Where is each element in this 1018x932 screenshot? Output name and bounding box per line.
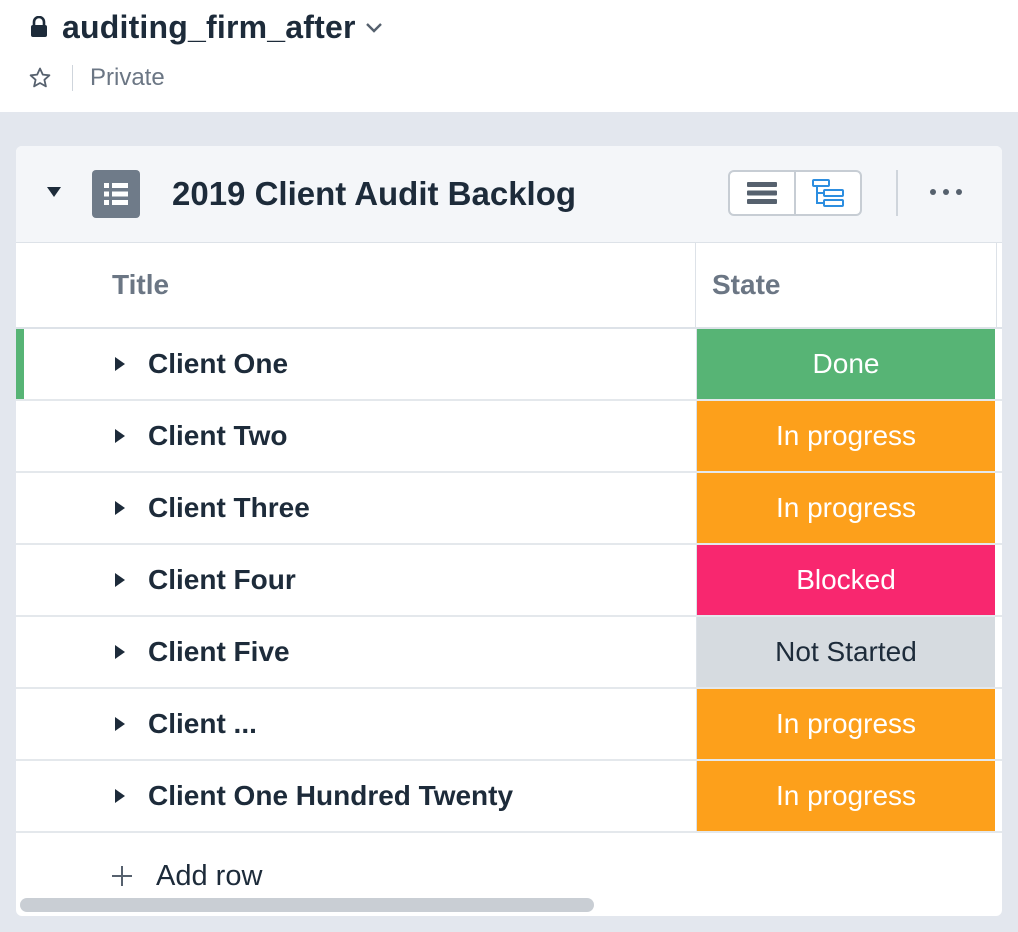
- state-badge[interactable]: In progress: [696, 473, 995, 543]
- lock-icon: [31, 16, 47, 37]
- row-title[interactable]: Client Three: [148, 473, 310, 543]
- document-title[interactable]: auditing_firm_after: [62, 9, 356, 46]
- plus-icon: [112, 866, 132, 886]
- row-title[interactable]: Client Five: [148, 617, 290, 687]
- triangle-right-icon[interactable]: [114, 356, 126, 372]
- table-header-row: Title State: [16, 243, 1002, 329]
- table-row[interactable]: Client Three In progress: [16, 473, 1002, 545]
- triangle-right-icon[interactable]: [114, 428, 126, 444]
- column-header-state-label: State: [712, 269, 781, 300]
- list-view-icon: [747, 182, 777, 204]
- state-badge[interactable]: In progress: [696, 689, 995, 759]
- visibility-label: Private: [90, 64, 165, 91]
- view-switcher: [728, 170, 862, 216]
- triangle-right-icon[interactable]: [114, 572, 126, 588]
- table-row[interactable]: Client Five Not Started: [16, 617, 1002, 689]
- state-badge[interactable]: Not Started: [696, 617, 995, 687]
- table-row[interactable]: Client One Done: [16, 329, 1002, 401]
- hierarchy-view-icon: [812, 179, 844, 207]
- star-icon[interactable]: [28, 66, 52, 90]
- row-title[interactable]: Client One: [148, 329, 288, 399]
- horizontal-scrollbar[interactable]: [20, 898, 594, 912]
- table-row[interactable]: Client One Hundred Twenty In progress: [16, 761, 1002, 833]
- table-row[interactable]: Client Two In progress: [16, 401, 1002, 473]
- column-header-state[interactable]: State: [695, 243, 997, 327]
- triangle-right-icon[interactable]: [114, 644, 126, 660]
- document-meta: Private: [28, 62, 165, 94]
- table-icon: [92, 170, 140, 218]
- table-card: 2019 Client Audit Backlog Title State Cl…: [16, 146, 1002, 916]
- table-row[interactable]: Client Four Blocked: [16, 545, 1002, 617]
- more-horizontal-icon[interactable]: [930, 182, 962, 202]
- list-view-button[interactable]: [730, 172, 794, 214]
- header-divider: [896, 170, 898, 216]
- triangle-right-icon[interactable]: [114, 788, 126, 804]
- chevron-down-icon[interactable]: [364, 20, 384, 34]
- triangle-right-icon[interactable]: [114, 500, 126, 516]
- row-title[interactable]: Client Two: [148, 401, 287, 471]
- state-badge[interactable]: In progress: [696, 401, 995, 471]
- card-header: 2019 Client Audit Backlog: [16, 146, 1002, 243]
- document-header: auditing_firm_after Private: [0, 0, 1018, 112]
- data-table: Title State Client One Done Client Two I…: [16, 243, 1002, 833]
- row-title[interactable]: Client One Hundred Twenty: [148, 761, 513, 831]
- add-row-label: Add row: [156, 859, 263, 892]
- document-title-row[interactable]: auditing_firm_after: [30, 8, 384, 46]
- divider: [72, 65, 73, 91]
- triangle-right-icon[interactable]: [114, 716, 126, 732]
- row-title[interactable]: Client Four: [148, 545, 296, 615]
- state-badge[interactable]: Done: [696, 329, 995, 399]
- state-badge[interactable]: In progress: [696, 761, 995, 831]
- state-badge[interactable]: Blocked: [696, 545, 995, 615]
- triangle-down-icon[interactable]: [46, 186, 62, 198]
- row-title[interactable]: Client ...: [148, 689, 257, 759]
- column-header-title[interactable]: Title: [112, 243, 169, 327]
- add-row-button[interactable]: Add row: [110, 846, 262, 906]
- card-title[interactable]: 2019 Client Audit Backlog: [172, 172, 576, 216]
- table-row[interactable]: Client ... In progress: [16, 689, 1002, 761]
- hierarchy-view-button[interactable]: [794, 172, 860, 214]
